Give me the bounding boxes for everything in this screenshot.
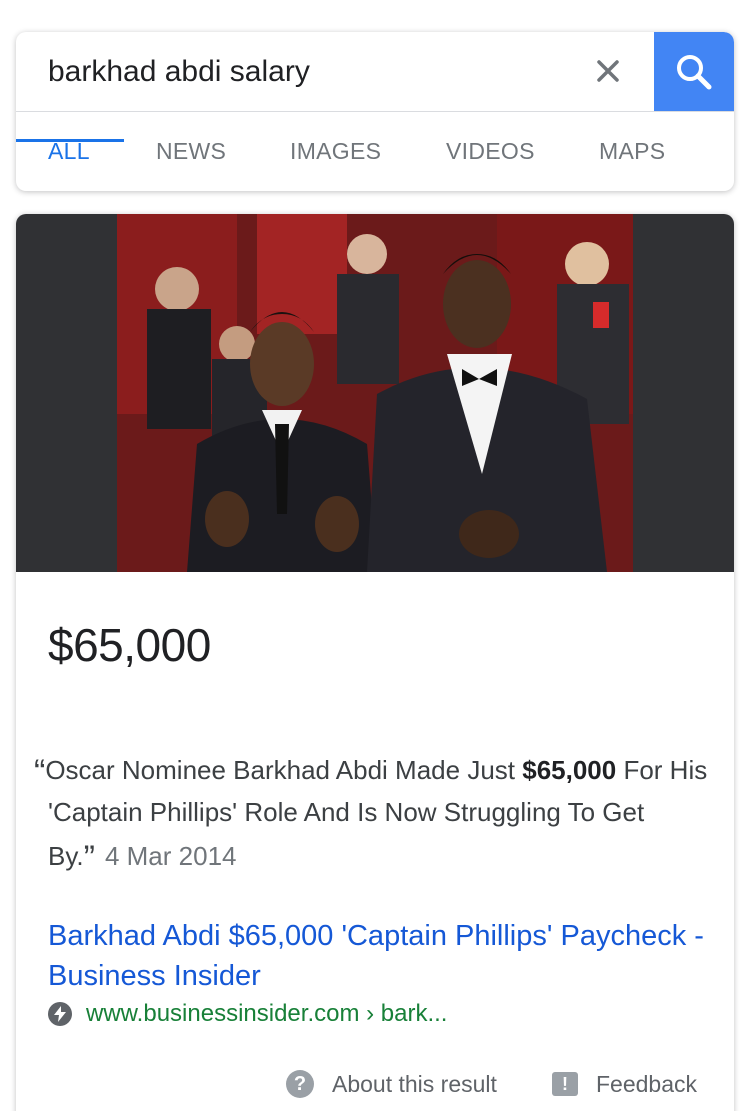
quote-snippet: “Oscar Nominee Barkhad Abdi Made Just $6… <box>34 747 708 877</box>
about-this-result-button[interactable]: ? About this result <box>286 1064 497 1104</box>
result-photo[interactable] <box>117 214 633 572</box>
close-quote-glyph: ” <box>83 839 95 877</box>
close-icon <box>597 60 619 82</box>
search-bar: barkhad abdi salary <box>16 32 734 111</box>
tab-news[interactable]: NEWS <box>156 112 226 191</box>
result-url-row: www.businessinsider.com › bark... <box>48 1000 447 1028</box>
active-tab-indicator <box>16 139 124 142</box>
search-icon <box>677 54 712 89</box>
result-url[interactable]: www.businessinsider.com › bark... <box>86 1000 447 1028</box>
help-icon: ? <box>286 1070 314 1098</box>
image-band <box>16 214 734 572</box>
result-title-link[interactable]: Barkhad Abdi $65,000 'Captain Phillips' … <box>48 916 708 996</box>
search-card: barkhad abdi salary ALL NEWS IMAGES VIDE… <box>16 32 734 191</box>
search-input[interactable]: barkhad abdi salary <box>48 54 310 90</box>
about-label: About this result <box>332 1070 497 1097</box>
feedback-label: Feedback <box>596 1070 698 1097</box>
photo-illustration <box>117 214 633 572</box>
feedback-icon: ! <box>552 1072 578 1096</box>
tab-images[interactable]: IMAGES <box>290 112 381 191</box>
page: barkhad abdi salary ALL NEWS IMAGES VIDE… <box>0 0 750 1111</box>
clear-button[interactable] <box>586 48 630 94</box>
featured-snippet-card: $65,000 “Oscar Nominee Barkhad Abdi Made… <box>16 214 734 1111</box>
result-footer: ? About this result ! Feedback <box>16 1064 734 1104</box>
answer-value: $65,000 <box>48 619 211 671</box>
search-tabs: ALL NEWS IMAGES VIDEOS MAPS <box>16 112 734 191</box>
amp-lightning-icon <box>48 1002 72 1026</box>
tab-all[interactable]: ALL <box>48 112 90 191</box>
snippet-date: 4 Mar 2014 <box>104 841 237 871</box>
snippet-highlight: $65,000 <box>522 755 617 785</box>
search-button[interactable] <box>654 32 734 111</box>
snippet-text-1: Oscar Nominee Barkhad Abdi Made Just <box>45 755 523 785</box>
tab-maps[interactable]: MAPS <box>599 112 665 191</box>
open-quote-glyph: “ <box>34 753 46 791</box>
tab-videos[interactable]: VIDEOS <box>446 112 535 191</box>
feedback-button[interactable]: ! Feedback <box>552 1064 697 1104</box>
